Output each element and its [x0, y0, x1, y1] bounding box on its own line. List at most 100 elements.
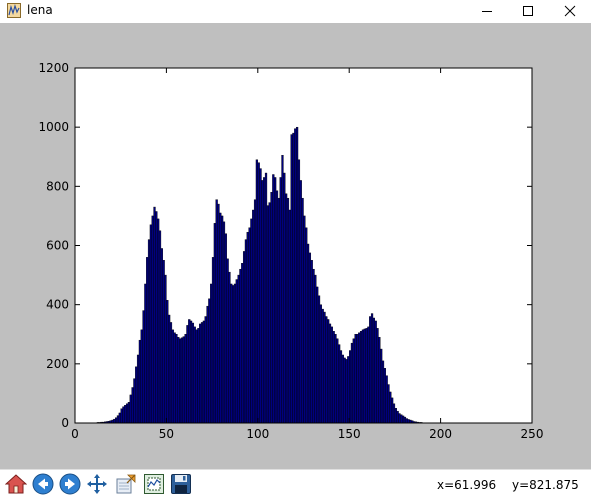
histogram-bar — [396, 410, 399, 424]
histogram-bar — [400, 414, 403, 424]
home-button[interactable] — [3, 473, 28, 498]
histogram-bar — [263, 177, 266, 424]
histogram-bar — [153, 206, 156, 424]
histogram-bar — [230, 283, 233, 424]
histogram-bar — [199, 323, 202, 424]
histogram-bar — [316, 286, 319, 424]
configure-subplots-button[interactable] — [141, 473, 166, 498]
histogram-bar — [173, 332, 176, 424]
histogram-bar — [288, 209, 291, 424]
histogram-bar — [186, 325, 189, 424]
histogram-bar — [127, 402, 131, 424]
histogram-bar — [177, 337, 180, 424]
histogram-bar — [312, 268, 315, 424]
histogram-bar — [392, 403, 396, 424]
histogram-bar — [363, 328, 366, 424]
y-tick-label: 1000 — [38, 120, 69, 134]
histogram-bar — [115, 417, 118, 424]
histogram-bar — [135, 366, 138, 424]
histogram-chart[interactable]: 0 50 100 150 200 250 0 200 400 600 800 1000 1200 — [0, 23, 591, 469]
histogram-bar — [253, 199, 257, 424]
histogram-bar — [208, 298, 211, 424]
histogram-bar — [310, 260, 313, 424]
histogram-bar — [369, 316, 372, 424]
histogram-bar — [332, 331, 335, 424]
histogram-bar — [372, 317, 375, 424]
histogram-bar — [118, 412, 121, 424]
histogram-bar — [188, 319, 191, 424]
histogram-bar — [195, 329, 198, 424]
histogram-bar — [120, 408, 123, 424]
histogram-bar — [350, 342, 354, 424]
histogram-bar — [268, 202, 271, 424]
maximize-button[interactable] — [507, 0, 549, 22]
back-button[interactable] — [30, 473, 55, 498]
histogram-bar — [398, 413, 401, 424]
minimize-icon — [481, 5, 493, 17]
x-tick-label: 0 — [71, 427, 79, 441]
histogram-bar — [349, 350, 352, 424]
histogram-bar — [257, 162, 260, 424]
histogram-bar — [226, 258, 229, 424]
title-bar: lena — [0, 0, 591, 23]
histogram-bar — [116, 415, 120, 424]
y-tick-label: 0 — [61, 416, 69, 430]
histogram-bar — [389, 391, 392, 424]
histogram-bar — [345, 359, 348, 424]
histogram-bar — [319, 304, 322, 424]
forward-button[interactable] — [57, 473, 82, 498]
histogram-bar — [244, 239, 248, 424]
histogram-bar — [217, 203, 220, 424]
histogram-bar — [206, 305, 209, 424]
save-icon — [170, 473, 192, 499]
figure-window: lena 0 50 100 150 200 250 0 200 400 600 800 1000 120… — [0, 0, 591, 500]
histogram-bar — [133, 378, 136, 424]
histogram-bar — [155, 211, 158, 424]
histogram-bar — [343, 357, 346, 424]
histogram-bar — [239, 268, 242, 424]
histogram-bar — [403, 416, 407, 424]
histogram-bar — [370, 313, 374, 424]
histogram-bar — [248, 227, 251, 424]
zoom-button[interactable] — [113, 473, 138, 498]
histogram-bar — [166, 300, 169, 424]
histogram-bar — [347, 356, 350, 424]
histogram-bar — [149, 224, 152, 424]
histogram-bar — [193, 326, 196, 424]
zoom-icon — [115, 473, 137, 499]
histogram-bar — [131, 387, 134, 424]
histogram-bar — [184, 334, 187, 424]
histogram-bar — [365, 328, 368, 424]
histogram-bar — [261, 180, 264, 424]
figure-canvas[interactable]: 0 50 100 150 200 250 0 200 400 600 800 1000 1200 — [0, 23, 591, 469]
histogram-bar — [381, 360, 385, 424]
minimize-button[interactable] — [466, 0, 508, 22]
save-button[interactable] — [168, 473, 193, 498]
histogram-bar — [374, 320, 377, 424]
histogram-bar — [124, 405, 127, 424]
histogram-bar — [361, 329, 365, 424]
histogram-bar — [221, 215, 224, 424]
histogram-bar — [129, 394, 132, 424]
histogram-bar — [252, 209, 255, 424]
pan-button[interactable] — [84, 473, 109, 498]
histogram-bar — [341, 354, 344, 424]
histogram-bar — [358, 332, 361, 424]
histogram-bar — [383, 368, 386, 424]
histogram-bar — [323, 311, 326, 424]
histogram-bar — [279, 177, 282, 424]
close-button[interactable] — [549, 0, 591, 22]
cursor-x-readout: x=61.996 — [437, 478, 497, 492]
navigation-toolbar: x=61.996 y=821.875 — [0, 469, 591, 500]
histogram-bar — [250, 218, 253, 424]
histogram-bar — [290, 134, 293, 424]
histogram-bar — [294, 128, 297, 424]
histogram-bar — [277, 197, 280, 424]
close-icon — [564, 5, 576, 17]
histogram-bar — [297, 159, 301, 424]
histogram-bar — [391, 397, 394, 424]
histogram-bar — [292, 132, 295, 424]
histogram-bar — [354, 334, 357, 424]
x-tick-label: 50 — [159, 427, 174, 441]
y-tick-label: 600 — [46, 239, 69, 253]
